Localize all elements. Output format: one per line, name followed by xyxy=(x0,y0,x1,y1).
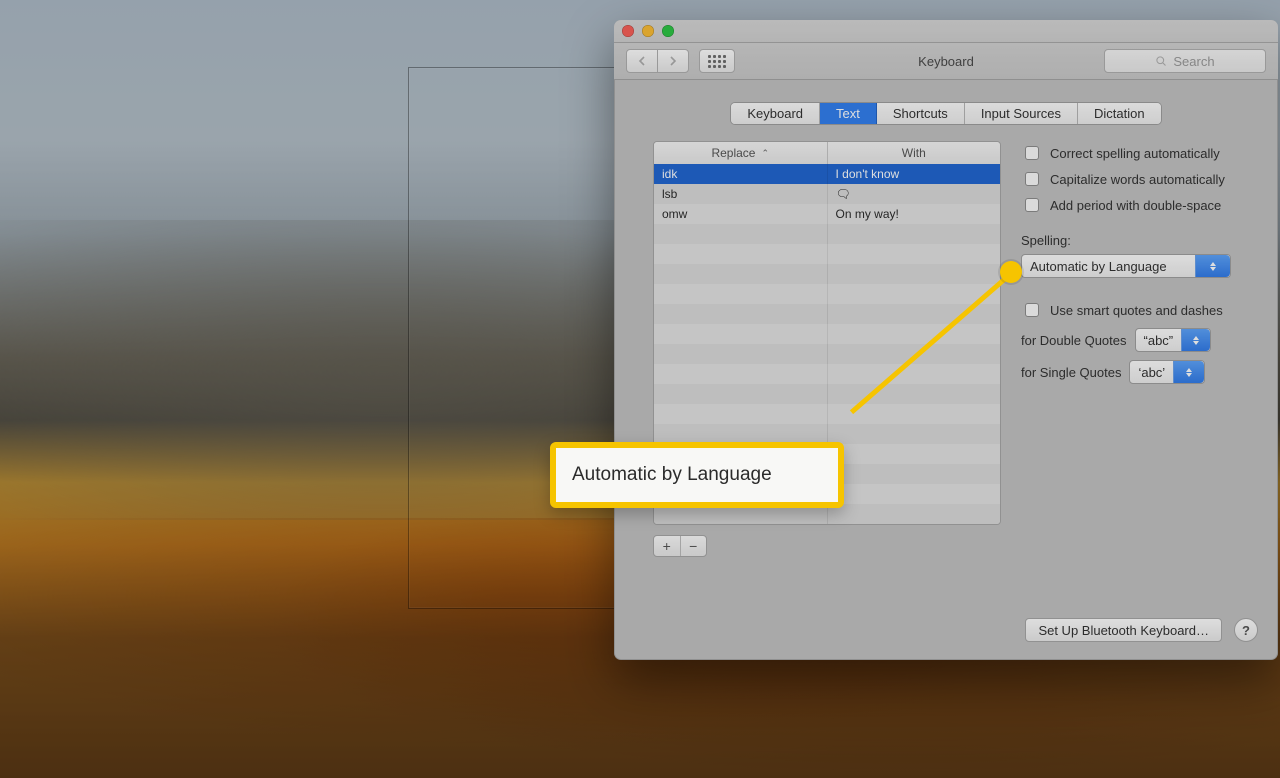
checkbox-label: Use smart quotes and dashes xyxy=(1050,303,1223,318)
col-with-header[interactable]: With xyxy=(828,142,1001,164)
window-controls xyxy=(622,25,674,37)
add-substitution-button[interactable]: + xyxy=(654,536,681,556)
window-title-text: Keyboard xyxy=(918,54,974,69)
search-field[interactable]: Search xyxy=(1104,49,1266,73)
col-with-label: With xyxy=(902,146,926,160)
capitalize-words-checkbox[interactable]: Capitalize words automatically xyxy=(1021,169,1254,189)
table-row[interactable] xyxy=(654,284,1000,304)
setup-bluetooth-keyboard-button[interactable]: Set Up Bluetooth Keyboard… xyxy=(1025,618,1222,642)
minimize-window-button[interactable] xyxy=(642,25,654,37)
cell-with: 🗨 xyxy=(828,184,1001,204)
table-row[interactable] xyxy=(654,304,1000,324)
correct-spelling-checkbox[interactable]: Correct spelling automatically xyxy=(1021,143,1254,163)
table-row[interactable] xyxy=(654,424,1000,444)
cell-replace: omw xyxy=(654,204,828,224)
search-icon xyxy=(1155,55,1167,67)
spelling-select[interactable]: Automatic by Language xyxy=(1021,254,1231,278)
table-row[interactable] xyxy=(654,344,1000,364)
double-space-period-checkbox[interactable]: Add period with double-space xyxy=(1021,195,1254,215)
callout-text: Automatic by Language xyxy=(572,464,772,486)
cell-with: I don't know xyxy=(828,164,1001,184)
cell-with: On my way! xyxy=(828,204,1001,224)
checkbox-input[interactable] xyxy=(1025,303,1039,317)
zoom-window-button[interactable] xyxy=(662,25,674,37)
single-quotes-value: ‘abc’ xyxy=(1130,365,1173,380)
cell-replace: idk xyxy=(654,164,828,184)
table-header-row: Replace ⌃ With xyxy=(654,142,1000,164)
smart-quotes-checkbox[interactable]: Use smart quotes and dashes xyxy=(1021,300,1254,320)
checkbox-input[interactable] xyxy=(1025,146,1039,160)
cell-replace: lsb xyxy=(654,184,828,204)
show-all-button[interactable] xyxy=(699,49,735,73)
keyboard-preferences-window: Keyboard Search Keyboard Text Shortcuts … xyxy=(614,20,1278,660)
help-button[interactable]: ? xyxy=(1234,618,1258,642)
double-quotes-label: for Double Quotes xyxy=(1021,333,1127,348)
spelling-value: Automatic by Language xyxy=(1022,259,1175,274)
nav-back-forward xyxy=(626,49,689,73)
forward-button[interactable] xyxy=(657,49,689,73)
close-window-button[interactable] xyxy=(622,25,634,37)
tab-keyboard[interactable]: Keyboard xyxy=(731,103,820,124)
table-row[interactable]: lsb 🗨 xyxy=(654,184,1000,204)
options-area: Correct spelling automatically Capitaliz… xyxy=(1021,143,1254,384)
tab-dictation[interactable]: Dictation xyxy=(1078,103,1161,124)
table-row[interactable] xyxy=(654,264,1000,284)
tab-shortcuts[interactable]: Shortcuts xyxy=(877,103,965,124)
table-row[interactable]: idk I don't know xyxy=(654,164,1000,184)
spelling-label: Spelling: xyxy=(1021,233,1254,248)
col-replace-label: Replace xyxy=(711,146,755,160)
single-quotes-select[interactable]: ‘abc’ xyxy=(1129,360,1205,384)
checkbox-label: Add period with double-space xyxy=(1050,198,1221,213)
select-stepper-icon xyxy=(1181,329,1209,351)
panel-body: Replace ⌃ With idk I don't know lsb 🗨 xyxy=(626,126,1266,604)
table-row[interactable] xyxy=(654,384,1000,404)
tab-text[interactable]: Text xyxy=(820,103,877,124)
checkbox-input[interactable] xyxy=(1025,172,1039,186)
remove-substitution-button[interactable]: − xyxy=(681,536,707,556)
tabs-row: Keyboard Text Shortcuts Input Sources Di… xyxy=(614,102,1278,125)
table-row[interactable] xyxy=(654,404,1000,424)
chevron-right-icon xyxy=(668,56,678,66)
select-stepper-icon xyxy=(1173,361,1204,383)
checkbox-label: Capitalize words automatically xyxy=(1050,172,1225,187)
search-placeholder: Search xyxy=(1173,54,1214,69)
callout-box: Automatic by Language xyxy=(550,442,844,508)
double-quotes-select[interactable]: “abc” xyxy=(1135,328,1211,352)
table-row[interactable]: omw On my way! xyxy=(654,204,1000,224)
chevron-left-icon xyxy=(637,56,647,66)
table-row[interactable] xyxy=(654,244,1000,264)
table-row[interactable] xyxy=(654,224,1000,244)
tab-input-sources[interactable]: Input Sources xyxy=(965,103,1078,124)
single-quotes-label: for Single Quotes xyxy=(1021,365,1121,380)
button-label: Set Up Bluetooth Keyboard… xyxy=(1038,623,1209,638)
double-quotes-value: “abc” xyxy=(1136,333,1182,348)
grid-icon xyxy=(708,55,726,68)
col-replace-header[interactable]: Replace ⌃ xyxy=(654,142,828,164)
window-footer: Set Up Bluetooth Keyboard… ? xyxy=(1025,618,1258,642)
single-quotes-row: for Single Quotes ‘abc’ xyxy=(1021,360,1254,384)
checkbox-label: Correct spelling automatically xyxy=(1050,146,1220,161)
select-stepper-icon xyxy=(1195,255,1230,277)
table-row[interactable] xyxy=(654,364,1000,384)
callout-anchor-dot xyxy=(1000,261,1022,283)
double-quotes-row: for Double Quotes “abc” xyxy=(1021,328,1254,352)
sort-caret-icon: ⌃ xyxy=(761,148,769,159)
titlebar xyxy=(614,20,1278,43)
add-remove-control: + − xyxy=(653,535,707,557)
checkbox-input[interactable] xyxy=(1025,198,1039,212)
tab-segmented-control: Keyboard Text Shortcuts Input Sources Di… xyxy=(730,102,1161,125)
toolbar: Keyboard Search xyxy=(614,43,1278,80)
back-button[interactable] xyxy=(626,49,658,73)
